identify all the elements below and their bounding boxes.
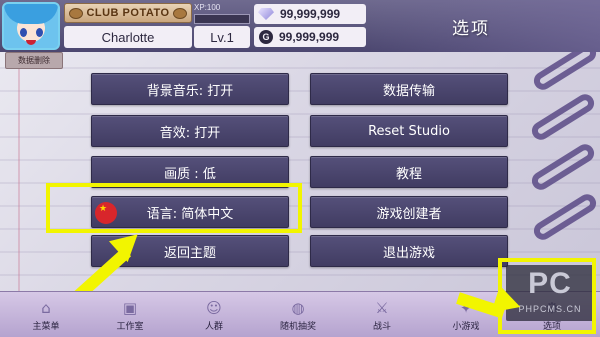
- club-banner: CLUB POTATO: [64, 3, 192, 23]
- data-transfer-label: 数据传输: [382, 83, 435, 99]
- nav-label: 人群: [204, 322, 223, 332]
- game-creators-label: 游戏创建者: [376, 206, 442, 222]
- sfx-toggle-button[interactable]: 音效: 打开: [91, 115, 289, 147]
- nav-label: 小游戏: [452, 322, 480, 332]
- bgm-label: 背景音乐: 打开: [146, 83, 234, 99]
- coins-value: 99,999,999: [279, 30, 340, 44]
- diamond-icon: [258, 8, 274, 20]
- lottery-icon: ◍: [291, 299, 305, 317]
- potato-icon: [69, 7, 84, 19]
- coins-counter[interactable]: G 99,999,999: [254, 27, 366, 47]
- potato-icon: [172, 7, 187, 19]
- gems-value: 99,999,999: [280, 7, 341, 21]
- bgm-toggle-button[interactable]: 背景音乐: 打开: [91, 73, 289, 105]
- avatar-hair: [4, 4, 58, 24]
- player-level: Lv.1: [194, 26, 250, 48]
- xp-bar: [194, 14, 250, 24]
- nav-item-lottery[interactable]: ◍ 随机抽奖: [268, 291, 328, 337]
- game-creators-button[interactable]: 游戏创建者: [310, 196, 508, 228]
- player-avatar[interactable]: [2, 2, 60, 50]
- nav-item-main-menu[interactable]: ⌂ 主菜单: [16, 291, 76, 337]
- nav-label: 工作室: [116, 322, 144, 332]
- nav-label: 主菜单: [32, 322, 60, 332]
- club-label: CLUB POTATO: [86, 7, 170, 19]
- nav-item-studio[interactable]: ▣ 工作室: [100, 291, 160, 337]
- home-icon: ⌂: [41, 299, 51, 317]
- battle-icon: ⚔: [375, 299, 389, 317]
- data-delete-button[interactable]: 数据删除: [5, 52, 63, 69]
- crowd-icon: ☺: [206, 299, 222, 317]
- nav-label: 战斗: [372, 322, 391, 332]
- quit-game-button[interactable]: 退出游戏: [310, 235, 508, 267]
- xp-label: XP:100: [194, 3, 221, 12]
- reset-studio-label: Reset Studio: [368, 123, 450, 139]
- avatar-mouth: [26, 40, 36, 45]
- gems-counter[interactable]: 99,999,999: [254, 4, 366, 24]
- page-title: 选项: [452, 19, 490, 39]
- data-transfer-button[interactable]: 数据传输: [310, 73, 508, 105]
- avatar-eye: [20, 28, 27, 37]
- coin-icon: G: [259, 30, 273, 44]
- tutorial-button[interactable]: 教程: [310, 156, 508, 188]
- avatar-eye: [36, 28, 43, 37]
- nav-label: 随机抽奖: [279, 322, 316, 332]
- sfx-label: 音效: 打开: [159, 125, 221, 141]
- nav-item-crowd[interactable]: ☺ 人群: [184, 291, 244, 337]
- player-name: Charlotte: [64, 26, 192, 48]
- studio-icon: ▣: [122, 299, 138, 317]
- quit-game-label: 退出游戏: [382, 245, 435, 261]
- return-title-label: 返回主题: [163, 245, 216, 261]
- quality-label: 画质 : 低: [164, 166, 216, 182]
- language-highlight-box: [46, 183, 302, 233]
- nav-item-battle[interactable]: ⚔ 战斗: [352, 291, 412, 337]
- tutorial-label: 教程: [395, 166, 422, 182]
- reset-studio-button[interactable]: Reset Studio: [310, 115, 508, 147]
